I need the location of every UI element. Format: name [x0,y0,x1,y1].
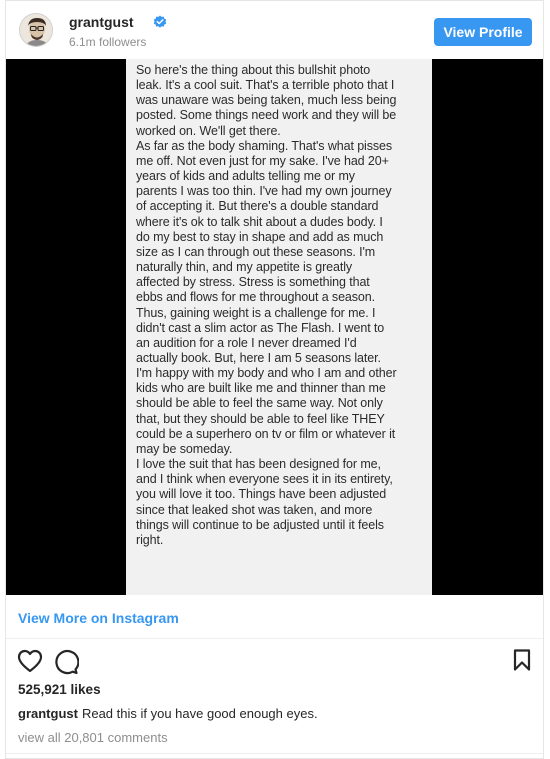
like-count[interactable]: 525,921 likes [18,682,101,697]
caption-text: Read this if you have good enough eyes. [81,706,318,721]
notes-screenshot: So here's the thing about this bullshit … [126,59,432,595]
instagram-embed-card: grantgust 6.1m followers View Profile So… [5,0,544,759]
note-text: So here's the thing about this bullshit … [136,63,397,547]
comment-icon[interactable] [53,649,79,675]
action-bar [6,639,543,679]
post-caption: grantgust Read this if you have good enou… [18,706,318,721]
view-all-comments-link[interactable]: view all 20,801 comments [18,730,168,745]
view-profile-button[interactable]: View Profile [434,18,532,46]
username[interactable]: grantgust [69,14,134,30]
footer-divider [6,753,543,754]
view-more-link[interactable]: View More on Instagram [18,610,179,626]
post-header: grantgust 6.1m followers View Profile [6,1,543,59]
view-more-row: View More on Instagram [6,595,543,639]
heart-icon[interactable] [17,649,43,673]
follower-count: 6.1m followers [69,35,147,49]
post-image[interactable]: So here's the thing about this bullshit … [6,59,543,595]
verified-badge-icon [153,15,167,28]
bookmark-icon[interactable] [513,649,531,671]
profile-avatar[interactable] [19,13,53,47]
caption-username[interactable]: grantgust [18,706,78,721]
avatar-face-icon [20,14,52,46]
